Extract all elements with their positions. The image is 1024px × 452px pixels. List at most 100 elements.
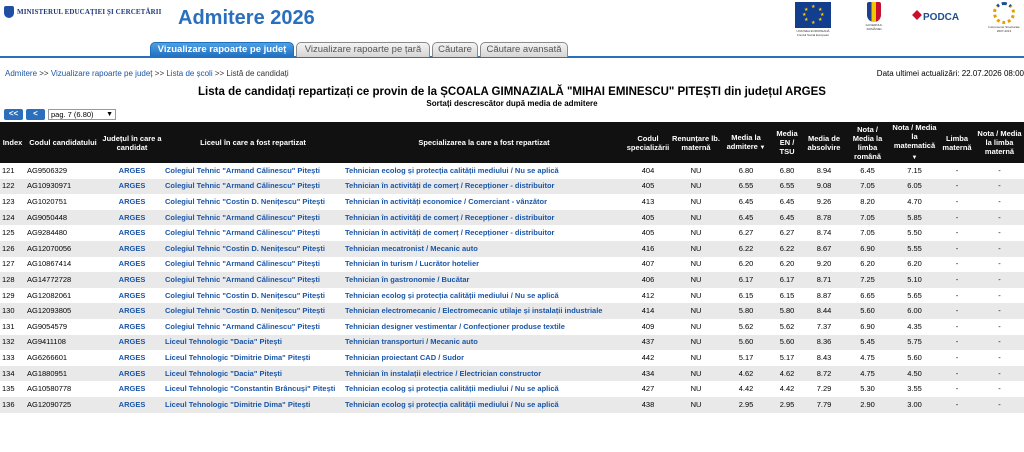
previous-page-button[interactable]: <	[26, 109, 45, 120]
column-header-graduation-average[interactable]: Media de absolvire	[803, 122, 845, 163]
cell-county[interactable]: ARGES	[101, 381, 163, 397]
cell-specialization[interactable]: Tehnician în turism / Lucrător hotelier	[343, 256, 625, 273]
column-header-admission-average[interactable]: Media la admitere ▼	[721, 122, 771, 163]
cell-mother-tongue-waiver: NU	[671, 272, 721, 288]
column-header-mother-tongue[interactable]: Limba maternă	[939, 122, 975, 163]
cell-index: 132	[0, 334, 25, 351]
cell-specialization[interactable]: Tehnician designer vestimentar / Confecț…	[343, 318, 625, 335]
cell-mother-tongue: -	[939, 334, 975, 351]
cell-specialization[interactable]: Tehnician ecolog și protecția calității …	[343, 287, 625, 304]
cell-high-school[interactable]: Colegiul Tehnic "Armand Călinescu" Piteș…	[163, 178, 343, 195]
column-header-high-school[interactable]: Liceul în care a fost repartizat	[163, 122, 343, 163]
cell-high-school[interactable]: Colegiul Tehnic "Costin D. Nenițescu" Pi…	[163, 303, 343, 319]
tab-advanced-search[interactable]: Căutare avansată	[480, 42, 568, 57]
cell-high-school[interactable]: Liceul Tehnologic "Dacia" Pitești	[163, 334, 343, 351]
cell-high-school[interactable]: Liceul Tehnologic "Constantin Brâncuși" …	[163, 381, 343, 397]
cell-high-school[interactable]: Colegiul Tehnic "Costin D. Nenițescu" Pi…	[163, 194, 343, 210]
cell-specialization-code: 405	[625, 225, 671, 241]
breadcrumb-admitere[interactable]: Admitere	[5, 69, 37, 78]
cell-specialization[interactable]: Tehnician în activități de comerț / Rece…	[343, 209, 625, 226]
cell-admission-average: 4.42	[721, 381, 771, 397]
cell-county[interactable]: ARGES	[101, 163, 163, 179]
cell-specialization[interactable]: Tehnician mecatronist / Mecanic auto	[343, 240, 625, 257]
cell-county[interactable]: ARGES	[101, 256, 163, 273]
cell-mother-tongue-waiver: NU	[671, 287, 721, 304]
cell-specialization[interactable]: Tehnician electromecanic / Electromecani…	[343, 303, 625, 319]
cell-specialization[interactable]: Tehnician ecolog și protecția calității …	[343, 163, 625, 179]
cell-en-average: 4.42	[771, 381, 803, 397]
cell-candidate-code: AG10867414	[25, 256, 101, 273]
cell-county[interactable]: ARGES	[101, 318, 163, 335]
column-header-mother-tongue-grade[interactable]: Nota / Media la limba maternă	[975, 122, 1024, 163]
cell-county[interactable]: ARGES	[101, 225, 163, 241]
cell-romanian-grade: 6.45	[845, 163, 890, 179]
cell-county[interactable]: ARGES	[101, 303, 163, 319]
table-header-row: Index Codul candidatului Județul în care a…	[0, 122, 1024, 163]
gov-caption: GUVERNUL ROMÂNIEI	[865, 23, 883, 31]
cell-specialization[interactable]: Tehnician în activități de comerț / Rece…	[343, 225, 625, 241]
column-header-county[interactable]: Județul în care a candidat	[101, 122, 163, 163]
first-page-button[interactable]: <<	[4, 109, 23, 120]
column-header-en-average[interactable]: Media EN / TSU	[771, 122, 803, 163]
column-header-math-grade[interactable]: Nota / Media la matematică ▼	[890, 122, 939, 163]
cell-candidate-code: AG6266601	[25, 350, 101, 366]
sort-desc-icon: ▼	[911, 154, 918, 161]
cell-math-grade: 6.00	[890, 303, 939, 319]
cell-high-school[interactable]: Colegiul Tehnic "Armand Călinescu" Piteș…	[163, 318, 343, 335]
tab-country-reports[interactable]: Vizualizare rapoarte pe țară	[296, 42, 430, 57]
column-header-specialization[interactable]: Specializarea la care a fost repartizat	[343, 122, 625, 163]
cell-specialization[interactable]: Tehnician proiectant CAD / Sudor	[343, 350, 625, 366]
cell-specialization[interactable]: Tehnician în gastronomie / Bucătar	[343, 272, 625, 288]
cell-specialization[interactable]: Tehnician ecolog și protecția calității …	[343, 381, 625, 397]
cell-county[interactable]: ARGES	[101, 350, 163, 366]
cell-high-school[interactable]: Liceul Tehnologic "Dimitrie Dima" Piteșt…	[163, 396, 343, 413]
cell-county[interactable]: ARGES	[101, 334, 163, 351]
cell-specialization[interactable]: Tehnician în activități economice / Come…	[343, 194, 625, 210]
cell-index: 121	[0, 163, 25, 179]
cell-specialization-code: 413	[625, 194, 671, 210]
cell-math-grade: 5.75	[890, 334, 939, 351]
cell-specialization[interactable]: Tehnician în activități de comerț / Rece…	[343, 178, 625, 195]
cell-candidate-code: AG12093805	[25, 303, 101, 319]
cell-mother-tongue-grade: -	[975, 365, 1024, 382]
cell-county[interactable]: ARGES	[101, 194, 163, 210]
cell-high-school[interactable]: Colegiul Tehnic "Armand Călinescu" Piteș…	[163, 272, 343, 288]
breadcrumb-county-reports[interactable]: Vizualizare rapoarte pe județ	[51, 69, 153, 78]
cell-county[interactable]: ARGES	[101, 240, 163, 257]
column-header-romanian-grade[interactable]: Nota / Media la limba română	[845, 122, 890, 163]
cell-high-school[interactable]: Liceul Tehnologic "Dacia" Pitești	[163, 365, 343, 382]
structural-instruments-logo: Instrumente Structurale 2007-2013	[986, 2, 1022, 33]
cell-county[interactable]: ARGES	[101, 287, 163, 304]
cell-candidate-code: AG9411108	[25, 334, 101, 351]
cell-specialization[interactable]: Tehnician ecolog și protecția calității …	[343, 396, 625, 413]
page-select-value: pag. 7 (6.80)	[51, 110, 94, 119]
cell-specialization[interactable]: Tehnician în instalații electrice / Elec…	[343, 365, 625, 382]
cell-county[interactable]: ARGES	[101, 396, 163, 413]
table-body: 121 AG9506329 ARGES Colegiul Tehnic "Armand…	[0, 163, 1024, 413]
cell-high-school[interactable]: Liceul Tehnologic "Dimitrie Dima" Piteșt…	[163, 350, 343, 366]
cell-high-school[interactable]: Colegiul Tehnic "Armand Călinescu" Piteș…	[163, 209, 343, 226]
cell-county[interactable]: ARGES	[101, 365, 163, 382]
tab-county-reports[interactable]: Vizualizare rapoarte pe județ	[150, 42, 294, 57]
column-header-mother-tongue-waiver[interactable]: Renunțare lb. maternă	[671, 122, 721, 163]
cell-county[interactable]: ARGES	[101, 209, 163, 226]
column-header-candidate-code[interactable]: Codul candidatului	[25, 122, 101, 163]
cell-graduation-average: 8.94	[803, 163, 845, 179]
podca-icon	[912, 10, 922, 20]
cell-high-school[interactable]: Colegiul Tehnic "Armand Călinescu" Piteș…	[163, 225, 343, 241]
tab-search[interactable]: Căutare	[432, 42, 478, 57]
cell-admission-average: 6.55	[721, 178, 771, 195]
cell-high-school[interactable]: Colegiul Tehnic "Armand Călinescu" Piteș…	[163, 256, 343, 273]
cell-high-school[interactable]: Colegiul Tehnic "Costin D. Nenițescu" Pi…	[163, 240, 343, 257]
ministry-logo[interactable]: MINISTERUL EDUCAȚIEI ȘI CERCETĂRII	[4, 6, 161, 18]
cell-high-school[interactable]: Colegiul Tehnic "Armand Călinescu" Piteș…	[163, 163, 343, 179]
page-select[interactable]: pag. 7 (6.80) ▼	[48, 109, 116, 120]
column-header-specialization-code[interactable]: Codul specializării	[625, 122, 671, 163]
cell-graduation-average: 8.44	[803, 303, 845, 319]
cell-county[interactable]: ARGES	[101, 272, 163, 288]
column-header-index[interactable]: Index	[0, 122, 25, 163]
cell-high-school[interactable]: Colegiul Tehnic "Costin D. Nenițescu" Pi…	[163, 287, 343, 304]
cell-specialization[interactable]: Tehnician transporturi / Mecanic auto	[343, 334, 625, 351]
breadcrumb-school-list[interactable]: Lista de școli	[166, 69, 212, 78]
cell-county[interactable]: ARGES	[101, 178, 163, 195]
